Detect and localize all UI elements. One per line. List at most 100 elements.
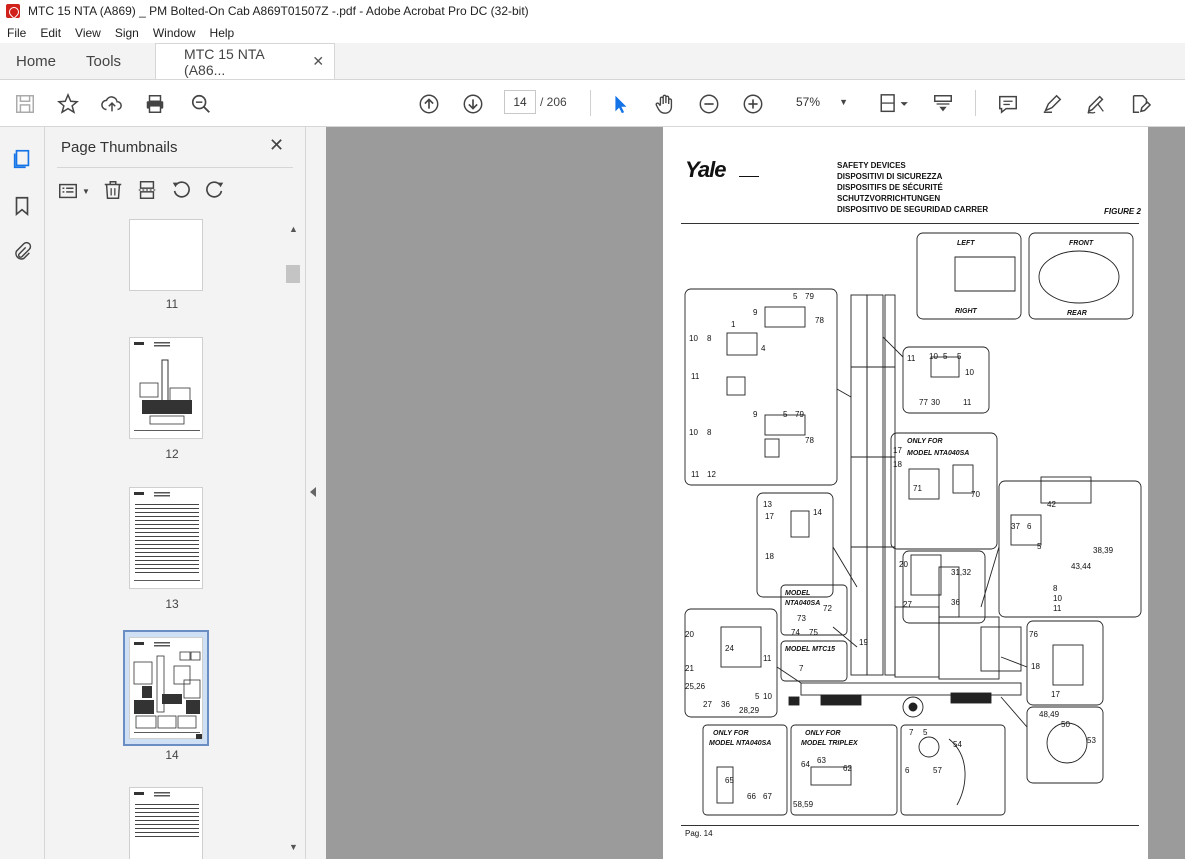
- save-icon[interactable]: [13, 92, 37, 116]
- tab-home[interactable]: Home: [0, 43, 72, 79]
- menu-view[interactable]: View: [68, 26, 108, 40]
- sign-pen-icon[interactable]: [1084, 92, 1108, 116]
- svg-text:79: 79: [795, 410, 804, 419]
- thumbnail-page[interactable]: [129, 219, 203, 291]
- page-fit-icon[interactable]: [877, 92, 913, 116]
- svg-text:73: 73: [797, 614, 806, 623]
- select-cursor-icon[interactable]: [608, 92, 632, 116]
- scrollbar-thumb[interactable]: [286, 265, 300, 283]
- svg-text:64: 64: [801, 760, 810, 769]
- print-icon[interactable]: [143, 92, 167, 116]
- svg-text:14: 14: [813, 508, 822, 517]
- scroll-up-icon[interactable]: ▲: [289, 224, 298, 234]
- label-right: RIGHT: [955, 308, 978, 315]
- close-panel-icon[interactable]: ✕: [269, 135, 284, 156]
- label-model-nta-short: NTA040SA: [785, 600, 820, 607]
- page-number-input[interactable]: 14: [504, 90, 536, 114]
- menu-help[interactable]: Help: [203, 26, 242, 40]
- upload-cloud-icon[interactable]: [100, 92, 124, 116]
- svg-text:11: 11: [763, 654, 772, 663]
- menu-sign[interactable]: Sign: [108, 26, 146, 40]
- header-line: DISPOSITIVO DE SEGURIDAD CARRER: [837, 205, 989, 214]
- label-left: LEFT: [957, 240, 975, 247]
- svg-text:6: 6: [1027, 522, 1032, 531]
- zoom-in-icon[interactable]: [741, 92, 765, 116]
- svg-text:5: 5: [755, 692, 760, 701]
- label-model-mtc15: MODEL MTC15: [785, 646, 835, 653]
- svg-text:62: 62: [843, 764, 852, 773]
- label-only-for: ONLY FOR: [805, 730, 841, 737]
- svg-text:5: 5: [943, 352, 948, 361]
- thumbnail-scrollbar[interactable]: ▲ ▼: [286, 220, 300, 859]
- svg-text:78: 78: [805, 436, 814, 445]
- header-line: SAFETY DEVICES: [837, 161, 906, 170]
- thumbnail-page[interactable]: [129, 337, 203, 439]
- svg-text:36: 36: [951, 598, 960, 607]
- svg-text:18: 18: [765, 552, 774, 561]
- zoom-select[interactable]: 57% ▼: [780, 90, 856, 114]
- svg-text:74: 74: [791, 628, 800, 637]
- zoom-search-icon[interactable]: [189, 92, 213, 116]
- svg-text:27: 27: [903, 600, 912, 609]
- svg-text:10: 10: [689, 428, 698, 437]
- svg-text:11: 11: [691, 470, 700, 479]
- svg-text:7: 7: [799, 664, 804, 673]
- svg-text:63: 63: [817, 756, 826, 765]
- thumbnail-page[interactable]: [129, 487, 203, 589]
- svg-text:17: 17: [765, 512, 774, 521]
- page-footer: Pag. 14: [685, 829, 713, 838]
- svg-text:20: 20: [685, 630, 694, 639]
- logo-mark: [739, 169, 759, 177]
- svg-text:24: 24: [725, 644, 734, 653]
- svg-text:5: 5: [957, 352, 962, 361]
- svg-text:5: 5: [793, 292, 798, 301]
- label-rear: REAR: [1067, 310, 1087, 317]
- menu-edit[interactable]: Edit: [33, 26, 68, 40]
- extract-pages-icon[interactable]: [136, 179, 158, 204]
- comment-icon[interactable]: [996, 92, 1020, 116]
- scroll-mode-icon[interactable]: [930, 92, 956, 116]
- page-total-label: / 206: [540, 95, 567, 109]
- scroll-down-icon[interactable]: ▼: [289, 842, 298, 852]
- page-thumbnails-icon[interactable]: [10, 147, 34, 171]
- svg-text:76: 76: [1029, 630, 1038, 639]
- menu-file[interactable]: File: [0, 26, 33, 40]
- edit-document-icon[interactable]: [1128, 92, 1152, 116]
- svg-text:7: 7: [909, 728, 914, 737]
- svg-text:67: 67: [763, 792, 772, 801]
- bookmark-icon[interactable]: [10, 194, 34, 218]
- parts-diagram: LEFT RIGHT FRONT REAR ONLY FOR MODEL NTA…: [684, 232, 1142, 816]
- svg-text:27: 27: [703, 700, 712, 709]
- zoom-out-icon[interactable]: [697, 92, 721, 116]
- options-menu-icon[interactable]: ▼: [57, 180, 90, 202]
- svg-text:21: 21: [685, 664, 694, 673]
- document-viewer[interactable]: Yale SAFETY DEVICES DISPOSITIVI DI SICUR…: [326, 127, 1185, 859]
- delete-icon[interactable]: [102, 179, 124, 204]
- svg-text:30: 30: [931, 398, 940, 407]
- hand-tool-icon[interactable]: [653, 92, 677, 116]
- highlight-pen-icon[interactable]: [1040, 92, 1064, 116]
- rotate-right-icon[interactable]: [204, 179, 226, 204]
- tab-tools[interactable]: Tools: [72, 43, 137, 79]
- close-icon[interactable]: ✕: [312, 53, 324, 70]
- thumbnail-label: 11: [165, 297, 179, 311]
- menu-window[interactable]: Window: [146, 26, 203, 40]
- next-page-icon[interactable]: [461, 92, 485, 116]
- attachment-icon[interactable]: [10, 240, 34, 264]
- svg-text:8: 8: [707, 428, 712, 437]
- previous-page-icon[interactable]: [417, 92, 441, 116]
- window-title: MTC 15 NTA (A869) _ PM Bolted-On Cab A86…: [28, 4, 529, 18]
- thumbnail-page-selected[interactable]: [129, 637, 203, 739]
- rotate-left-icon[interactable]: [170, 179, 192, 204]
- svg-text:10: 10: [929, 352, 938, 361]
- svg-text:20: 20: [899, 560, 908, 569]
- svg-text:9: 9: [753, 410, 758, 419]
- thumbnail-page[interactable]: [129, 787, 203, 859]
- collapse-arrow-icon[interactable]: [310, 487, 316, 497]
- svg-text:31,32: 31,32: [951, 568, 972, 577]
- label-model-nta040sa: MODEL NTA040SA: [709, 740, 771, 747]
- tab-document[interactable]: MTC 15 NTA (A86... ✕: [155, 43, 336, 79]
- svg-text:37: 37: [1011, 522, 1020, 531]
- svg-text:71: 71: [913, 484, 922, 493]
- star-icon[interactable]: [56, 92, 80, 116]
